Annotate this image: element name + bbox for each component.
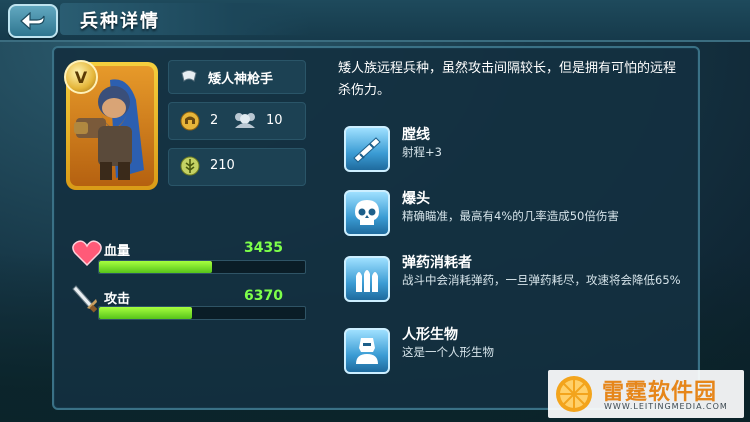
rank-badge: V — [64, 60, 98, 94]
skill-1-desc: 射程+3 — [402, 145, 442, 159]
page-title: 兵种详情 — [80, 11, 160, 32]
unit-cost: 210 — [210, 158, 235, 173]
helmet-icon — [180, 111, 200, 131]
attack-label: 攻击 — [104, 292, 131, 307]
back-arrow-icon — [20, 12, 45, 30]
hp-label: 血量 — [104, 244, 131, 259]
hp-value: 3435 — [244, 240, 283, 256]
unit-description: 矮人族远程兵种，虽然攻击间隔较长，但是拥有可怕的远程杀伤力。 — [338, 61, 677, 98]
skill-3-name: 弹药消耗者 — [402, 255, 472, 271]
unit-name: 矮人神枪手 — [208, 72, 274, 87]
skill-2-name: 爆头 — [402, 191, 430, 207]
unit-population: 2 — [210, 113, 219, 128]
troop-capacity-icon — [235, 113, 255, 128]
skill-4-desc: 这是一个人形生物 — [402, 345, 494, 359]
sword-icon — [72, 285, 98, 313]
top-bar: 兵种详情 — [0, 0, 750, 42]
skill-4-name: 人形生物 — [402, 327, 458, 343]
rifle-icon — [353, 137, 381, 163]
unit-type-icon — [181, 70, 197, 82]
skill-4-icon-frame[interactable] — [344, 328, 390, 374]
ammo-icon — [356, 270, 378, 292]
wheat-food-icon — [180, 156, 200, 176]
watermark: 雷霆软件园 WWW.LEITINGMEDIA.COM — [548, 370, 744, 418]
unit-capacity: 10 — [266, 113, 283, 128]
humanoid-icon — [356, 338, 378, 364]
attack-bar — [98, 306, 306, 320]
hp-bar-fill — [99, 261, 213, 273]
skill-1-name: 膛线 — [402, 127, 430, 143]
skill-3-icon-frame[interactable] — [344, 256, 390, 302]
skill-2-icon-frame[interactable] — [344, 190, 390, 236]
skill-3-desc: 战斗中会消耗弹药，一旦弹药耗尽，攻速将会降低65% — [402, 273, 681, 287]
skull-icon — [355, 200, 379, 225]
attack-bar-fill — [99, 307, 192, 319]
skill-1-icon-frame[interactable] — [344, 126, 390, 172]
attack-value: 6370 — [244, 288, 283, 304]
skill-2-desc: 精确瞄准，最高有4%的几率造成50倍伤害 — [402, 209, 619, 223]
orange-slice-logo-icon — [556, 376, 592, 412]
back-button[interactable] — [8, 4, 58, 38]
hp-bar — [98, 260, 306, 274]
watermark-url: WWW.LEITINGMEDIA.COM — [604, 402, 728, 411]
